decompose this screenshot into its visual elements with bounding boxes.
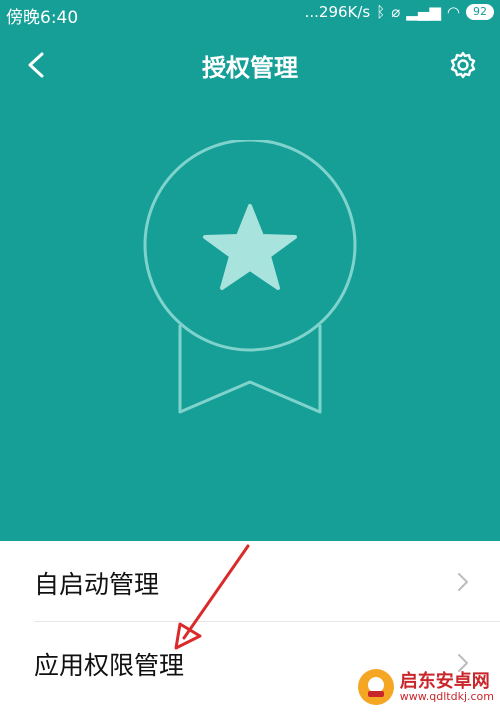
chevron-right-icon bbox=[458, 573, 468, 591]
list-item-label: 自启动管理 bbox=[34, 570, 160, 599]
status-bar: 傍晚6:40 ...296K/s ᛒ ⌀ ▂▄▆ ◠ 92 bbox=[0, 0, 500, 28]
status-icons: ...296K/s ᛒ ⌀ ▂▄▆ ◠ 92 bbox=[305, 3, 494, 21]
status-time: 傍晚6:40 bbox=[6, 8, 79, 28]
settings-button[interactable] bbox=[448, 50, 478, 80]
watermark: 启东安卓网 www.qdltdkj.com bbox=[357, 669, 494, 705]
watermark-logo-icon bbox=[357, 669, 394, 705]
signal-icon: ▂▄▆ bbox=[406, 3, 441, 21]
watermark-title: 启东安卓网 bbox=[399, 670, 490, 692]
star-icon bbox=[203, 204, 297, 290]
bluetooth-icon: ᛒ bbox=[376, 3, 386, 21]
wifi-icon: ◠ bbox=[446, 3, 460, 21]
battery-icon: 92 bbox=[466, 4, 494, 20]
page-title: 授权管理 bbox=[202, 54, 298, 82]
list-item-label: 应用权限管理 bbox=[34, 651, 185, 680]
hero-banner: 傍晚6:40 ...296K/s ᛒ ⌀ ▂▄▆ ◠ 92 授权管理 bbox=[0, 0, 500, 541]
gear-icon bbox=[450, 51, 476, 79]
mute-icon: ⌀ bbox=[391, 3, 401, 21]
list-item-autostart[interactable]: 自启动管理 bbox=[0, 541, 500, 621]
award-medal-icon bbox=[143, 140, 357, 414]
watermark-url: www.qdltdkj.com bbox=[399, 689, 494, 703]
network-speed: ...296K/s bbox=[304, 3, 371, 21]
